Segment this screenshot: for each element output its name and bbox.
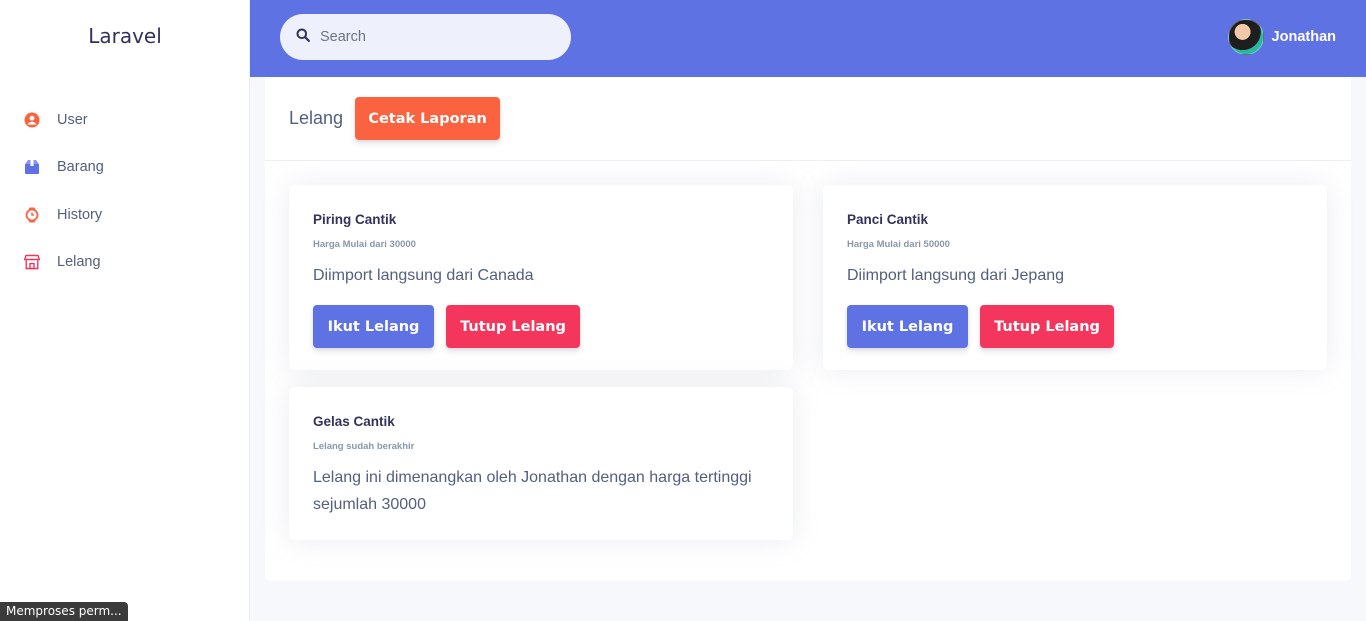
card-subtitle: Harga Mulai dari 50000: [847, 239, 950, 250]
card-title: Panci Cantik: [847, 212, 929, 227]
main-panel: Lelang Cetak Laporan Piring Cantik Harga…: [265, 77, 1351, 581]
search-icon: [296, 28, 320, 47]
card-title: Gelas Cantik: [313, 414, 395, 429]
auction-card-panci: Panci Cantik Harga Mulai dari 50000 Diim…: [823, 185, 1327, 370]
avatar[interactable]: [1227, 19, 1264, 55]
close-auction-button[interactable]: Tutup Lelang: [446, 305, 580, 348]
top-navbar: Jonathan: [250, 0, 1366, 77]
sidebar-item-lelang[interactable]: Lelang: [0, 239, 250, 287]
join-auction-button[interactable]: Ikut Lelang: [313, 305, 434, 348]
print-report-button[interactable]: Cetak Laporan: [355, 97, 501, 140]
page-title: Lelang: [289, 108, 344, 128]
auction-card-piring: Piring Cantik Harga Mulai dari 30000 Dii…: [289, 185, 793, 370]
auction-card-gelas: Gelas Cantik Lelang sudah berakhir Lelan…: [289, 387, 793, 540]
search-box[interactable]: [280, 14, 571, 60]
user-menu[interactable]: Jonathan: [1227, 19, 1336, 55]
sidebar-item-user[interactable]: User: [0, 96, 250, 144]
card-subtitle: Lelang sudah berakhir: [313, 441, 415, 452]
sidebar-item-label: User: [57, 111, 88, 128]
sidebar-item-label: History: [57, 206, 103, 223]
card-title: Piring Cantik: [313, 212, 397, 227]
card-actions: Ikut Lelang Tutup Lelang: [847, 305, 1303, 348]
sidebar-item-label: Barang: [57, 159, 104, 176]
sidebar-item-history[interactable]: History: [0, 191, 250, 239]
join-auction-button[interactable]: Ikut Lelang: [847, 305, 968, 348]
card-subtitle: Harga Mulai dari 30000: [313, 239, 416, 250]
brand-logo[interactable]: Laravel: [0, 24, 250, 48]
shop-icon: [23, 254, 40, 271]
watch-icon: [23, 206, 40, 223]
close-auction-button[interactable]: Tutup Lelang: [980, 305, 1114, 348]
sidebar: Laravel User Barang History Lelang: [0, 0, 250, 621]
card-description: Diimport langsung dari Canada: [313, 267, 534, 284]
browser-status-bar: Memproses perm...: [0, 602, 128, 621]
card-description-line: Lelang ini dimenangkan oleh Jonathan den…: [313, 469, 752, 486]
card-description: Diimport langsung dari Jepang: [847, 267, 1065, 284]
sidebar-nav: User Barang History Lelang: [0, 96, 250, 286]
user-name[interactable]: Jonathan: [1272, 29, 1336, 45]
card-actions: Ikut Lelang Tutup Lelang: [313, 305, 769, 348]
card-description: Lelang ini dimenangkan oleh Jonathan den…: [313, 464, 769, 518]
box-icon: [23, 159, 40, 176]
sidebar-item-label: Lelang: [57, 254, 101, 271]
user-circle-icon: [23, 111, 40, 128]
card-description-line: sejumlah 30000: [313, 496, 426, 513]
search-input[interactable]: [320, 29, 550, 45]
sidebar-item-barang[interactable]: Barang: [0, 144, 250, 192]
panel-header: Lelang Cetak Laporan: [265, 77, 1351, 161]
